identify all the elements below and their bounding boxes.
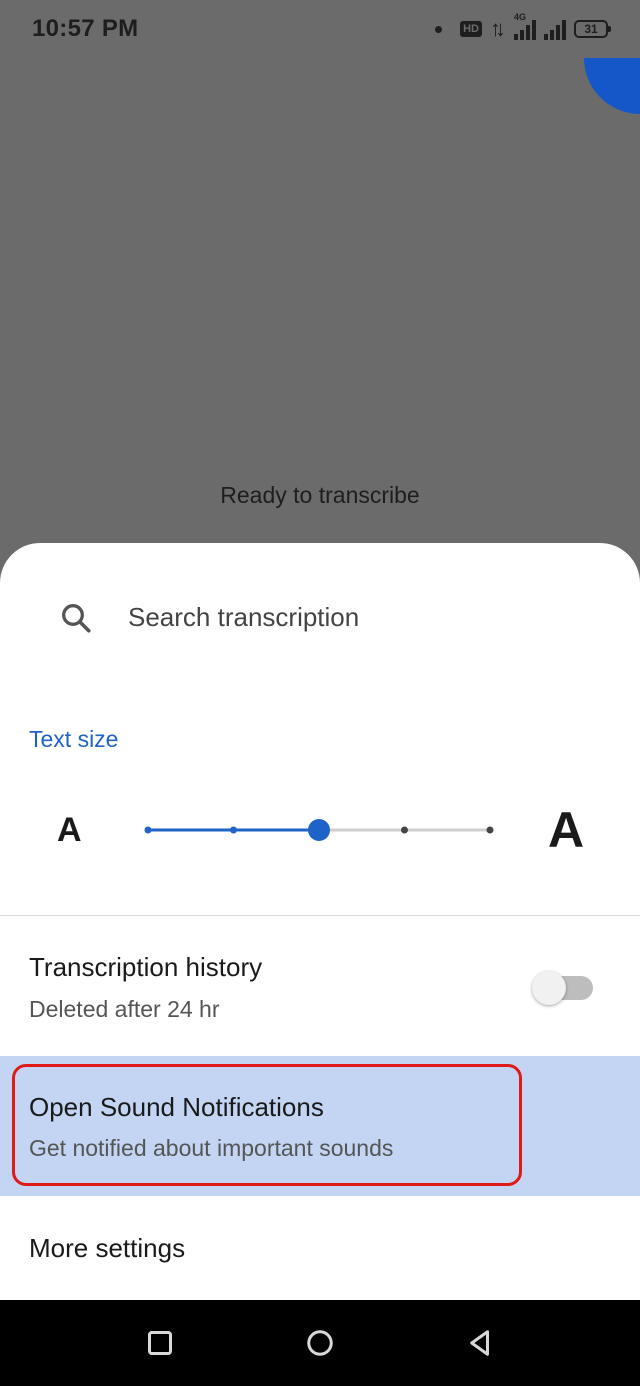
slider-stop[interactable]: [486, 826, 494, 834]
sound-notifications-subtitle: Get notified about important sounds: [29, 1135, 394, 1161]
search-input[interactable]: Search transcription: [128, 602, 359, 633]
status-bar: 10:57 PM HD ↑↓ 4G 31: [0, 0, 640, 58]
signal-4g-icon: 4G: [514, 12, 536, 40]
toggle-thumb[interactable]: [532, 971, 566, 1005]
slider-stop[interactable]: [144, 826, 152, 834]
notification-dot-icon: [435, 25, 443, 33]
slider-thumb[interactable]: [308, 819, 330, 841]
sound-notifications-title: Open Sound Notifications: [29, 1092, 324, 1122]
navigation-bar: [0, 1300, 640, 1386]
transcription-history-subtitle: Deleted after 24 hr: [29, 996, 220, 1022]
hd-badge: HD: [460, 21, 482, 37]
large-text-glyph: A: [548, 802, 585, 858]
more-settings-row[interactable]: More settings: [0, 1197, 640, 1300]
more-settings-title: More settings: [29, 1233, 186, 1263]
transcription-history-row[interactable]: Transcription history Deleted after 24 h…: [0, 916, 640, 1054]
status-icons: HD ↑↓ 4G 31: [435, 12, 611, 42]
slider-stop[interactable]: [401, 826, 408, 834]
highlight-box: [12, 1064, 522, 1186]
text-size-slider[interactable]: [0, 798, 640, 868]
recents-icon[interactable]: [142, 1325, 178, 1361]
status-time: 10:57 PM: [32, 15, 139, 42]
ready-status-text: Ready to transcribe: [220, 482, 420, 508]
open-sound-notifications-row[interactable]: Open Sound Notifications Get notified ab…: [0, 1056, 640, 1196]
signal-label: 4G: [514, 12, 527, 22]
signal-icon: [544, 18, 566, 40]
search-icon: [62, 604, 91, 633]
search-transcription-row[interactable]: Search transcription: [0, 583, 640, 653]
back-icon[interactable]: [462, 1325, 498, 1361]
slider-stop[interactable]: [230, 826, 237, 834]
data-transfer-icon: ↑↓: [490, 16, 506, 41]
settings-bottom-sheet: Search transcription Text size A A Trans…: [0, 543, 640, 1300]
text-size-label: Text size: [29, 726, 119, 752]
floating-action-button[interactable]: [584, 58, 640, 114]
text-size-slider-row: A A: [0, 798, 640, 868]
transcription-history-title: Transcription history: [29, 952, 263, 982]
battery-icon: 31: [574, 20, 611, 38]
home-icon[interactable]: [302, 1325, 338, 1361]
